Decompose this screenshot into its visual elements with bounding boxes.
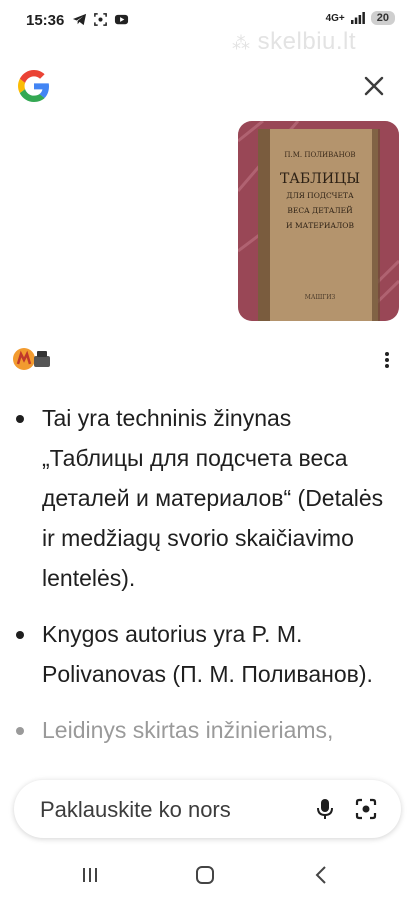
watermark-mark-icon: ⁂	[232, 33, 251, 53]
ask-input-placeholder[interactable]: Paklauskite ko nors	[40, 797, 231, 823]
close-icon[interactable]	[360, 72, 388, 100]
answer-bullet: Tai yra techninis žinynas „Таблицы для п…	[12, 398, 392, 598]
system-nav-bar	[0, 855, 415, 900]
back-icon[interactable]	[310, 863, 334, 887]
status-notification-icons	[72, 12, 129, 27]
book-publisher-text: МАШГИЗ	[305, 294, 336, 301]
query-image-thumbnail[interactable]: П.М. ПОЛИВАНОВ ТАБЛИЦЫ ДЛЯ ПОДСЧЕТА ВЕСА…	[238, 121, 399, 321]
recent-apps-icon[interactable]	[78, 863, 102, 887]
google-logo-icon	[18, 70, 49, 102]
more-vert-icon[interactable]	[378, 348, 396, 372]
status-right: 4G+ 20	[326, 11, 395, 25]
youtube-icon	[114, 14, 129, 25]
book-subtitle-line3: ВЕСА ДЕТАЛЕЙ	[287, 206, 353, 215]
screenshot-icon	[94, 13, 107, 26]
answer-content: Tai yra techninis žinynas „Таблицы для п…	[12, 398, 392, 766]
ai-avatar-icon	[13, 348, 50, 370]
battery-indicator: 20	[370, 11, 395, 25]
mic-icon[interactable]	[312, 796, 338, 822]
network-indicator: 4G+	[325, 12, 345, 24]
lens-icon[interactable]	[353, 796, 379, 822]
status-time: 15:36	[26, 12, 65, 29]
telegram-icon	[72, 13, 87, 26]
home-icon[interactable]	[193, 863, 217, 887]
book-cover-image: П.М. ПОЛИВАНОВ ТАБЛИЦЫ ДЛЯ ПОДСЧЕТА ВЕСА…	[238, 121, 399, 321]
book-title-text: ТАБЛИЦЫ	[280, 171, 360, 187]
signal-icon	[350, 12, 365, 24]
ask-input-bar[interactable]: Paklauskite ko nors	[14, 780, 401, 838]
watermark: ⁂ skelbiu.lt	[232, 28, 357, 55]
answer-bullet: Leidinys skirtas inžinieriams,	[12, 710, 392, 750]
book-subtitle-line4: И МАТЕРИАЛОВ	[286, 221, 354, 230]
book-author-text: П.М. ПОЛИВАНОВ	[284, 151, 355, 159]
book-subtitle-line2: ДЛЯ ПОДСЧЕТА	[286, 191, 354, 200]
answer-bullet: Knygos autorius yra P. M. Polivanovas (П…	[12, 614, 392, 694]
